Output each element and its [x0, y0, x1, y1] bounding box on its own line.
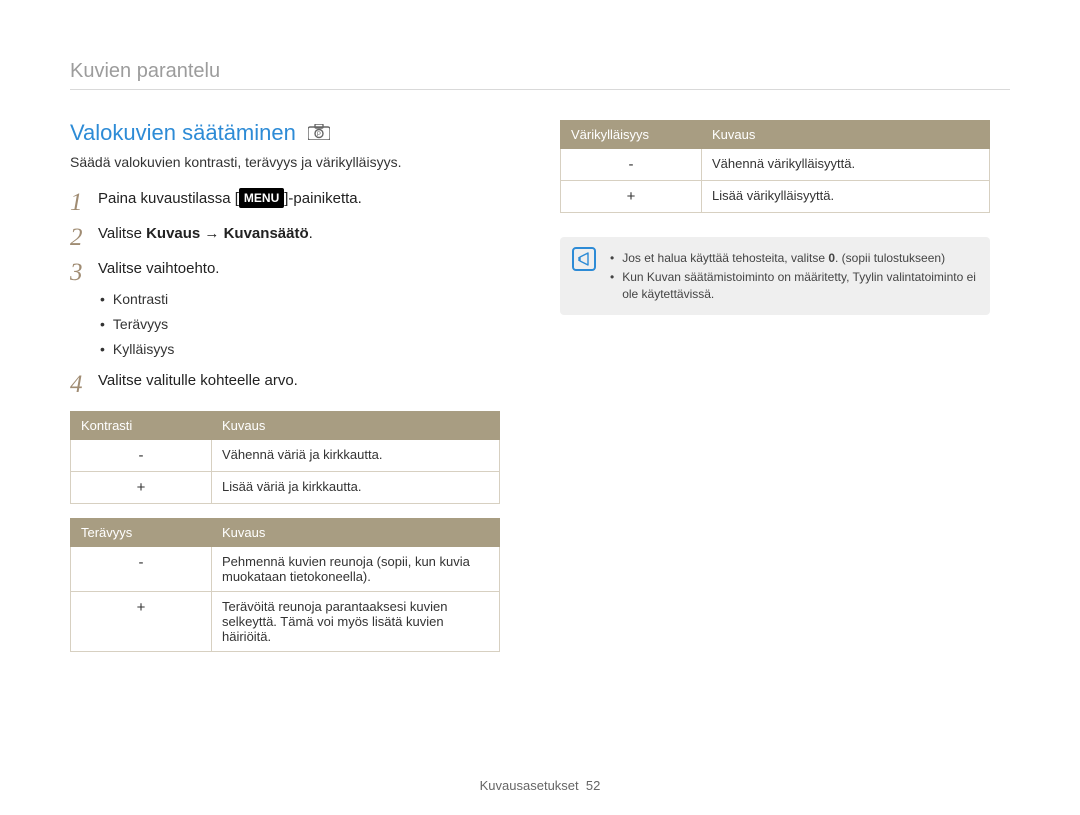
step-3-bullets: Kontrasti Terävyys Kylläisyys — [98, 281, 219, 362]
table-teravyys: Terävyys Kuvaus - Pehmennä kuvien reunoj… — [70, 518, 500, 652]
note-item: Jos et halua käyttää tehosteita, valitse… — [610, 249, 976, 268]
table-row: - Pehmennä kuvien reunoja (sopii, kun ku… — [71, 546, 500, 591]
th-teravyys: Terävyys — [71, 518, 212, 546]
th-kontrasti: Kontrasti — [71, 411, 212, 439]
th-kuvaus: Kuvaus — [212, 411, 500, 439]
th-varikyllaisyys: Värikylläisyys — [561, 121, 702, 149]
cell-desc: Lisää värikylläisyyttä. — [702, 181, 990, 213]
cell-sign: + — [71, 591, 212, 651]
note-list: Jos et halua käyttää tehosteita, valitse… — [610, 249, 976, 303]
th-kuvaus: Kuvaus — [212, 518, 500, 546]
cell-desc: Vähennä värikylläisyyttä. — [702, 149, 990, 181]
svg-text:P: P — [317, 132, 321, 138]
th-kuvaus: Kuvaus — [702, 121, 990, 149]
table-kontrasti: Kontrasti Kuvaus - Vähennä väriä ja kirk… — [70, 411, 500, 504]
table-row: - Vähennä väriä ja kirkkautta. — [71, 439, 500, 471]
cell-desc: Lisää väriä ja kirkkautta. — [212, 471, 500, 503]
note-item: Kun Kuvan säätämistoiminto on määritetty… — [610, 268, 976, 304]
cell-desc: Vähennä väriä ja kirkkautta. — [212, 439, 500, 471]
page-title: Valokuvien säätäminen P — [70, 120, 500, 146]
column-left: Valokuvien säätäminen P Säädä valokuvien… — [70, 120, 500, 652]
table-row: + Lisää värikylläisyyttä. — [561, 181, 990, 213]
cell-sign: - — [561, 149, 702, 181]
table-row: - Vähennä värikylläisyyttä. — [561, 149, 990, 181]
step-number: 4 — [70, 370, 98, 397]
step-number: 1 — [70, 188, 98, 215]
bullet-item: Kylläisyys — [100, 337, 219, 362]
table-row: + Lisää väriä ja kirkkautta. — [71, 471, 500, 503]
step-number: 3 — [70, 258, 98, 285]
bullet-item: Terävyys — [100, 312, 219, 337]
step-3-body: Valitse vaihtoehto. Kontrasti Terävyys K… — [98, 258, 219, 362]
note-box: Jos et halua käyttää tehosteita, valitse… — [560, 237, 990, 315]
column-right: Värikylläisyys Kuvaus - Vähennä värikyll… — [560, 120, 990, 652]
camera-icon: P — [308, 120, 330, 146]
breadcrumb: Kuvien parantelu — [70, 60, 1010, 89]
cell-sign: + — [561, 181, 702, 213]
menu-badge: MENU — [239, 188, 284, 208]
divider — [70, 89, 1010, 90]
cell-sign: - — [71, 546, 212, 591]
step-4-body: Valitse valitulle kohteelle arvo. — [98, 370, 298, 393]
cell-sign: - — [71, 439, 212, 471]
page-title-text: Valokuvien säätäminen — [70, 120, 296, 146]
intro-text: Säädä valokuvien kontrasti, terävyys ja … — [70, 154, 500, 170]
cell-desc: Pehmennä kuvien reunoja (sopii, kun kuvi… — [212, 546, 500, 591]
cell-desc: Terävöitä reunoja parantaaksesi kuvien s… — [212, 591, 500, 651]
footer-page: 52 — [586, 778, 600, 793]
steps-list: 1 Paina kuvaustilassa [MENU]-painiketta.… — [70, 188, 500, 397]
cell-sign: + — [71, 471, 212, 503]
note-icon — [572, 247, 596, 271]
table-varikyllaisyys: Värikylläisyys Kuvaus - Vähennä värikyll… — [560, 120, 990, 213]
footer-section: Kuvausasetukset — [480, 778, 579, 793]
table-row: + Terävöitä reunoja parantaaksesi kuvien… — [71, 591, 500, 651]
step-1-body: Paina kuvaustilassa [MENU]-painiketta. — [98, 188, 362, 211]
footer: Kuvausasetukset 52 — [0, 778, 1080, 793]
step-2-body: Valitse Kuvaus → Kuvansäätö. — [98, 223, 313, 246]
step-number: 2 — [70, 223, 98, 250]
bullet-item: Kontrasti — [100, 287, 219, 312]
